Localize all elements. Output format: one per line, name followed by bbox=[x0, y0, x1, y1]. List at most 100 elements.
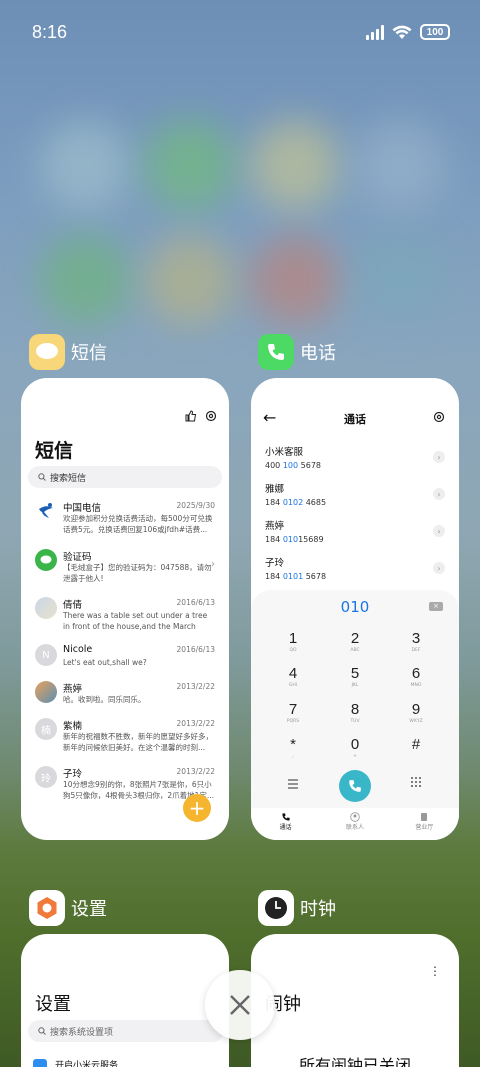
dial-key-0[interactable]: 0 + bbox=[325, 736, 385, 770]
app-label-messages[interactable]: 短信 bbox=[29, 334, 107, 370]
clear-all-button[interactable] bbox=[205, 970, 275, 1040]
contact-name: 雅娜 bbox=[265, 484, 285, 495]
search-input[interactable]: 搜索短信 bbox=[28, 466, 222, 488]
message-preview: 哈。收到啦。同乐同乐。 bbox=[63, 695, 146, 704]
app-card-messages[interactable]: 短信 搜索短信 中国电信 2025/9/30 欢迎参加积分兑换话费活动，每500… bbox=[21, 378, 229, 840]
dial-key-hash[interactable]: # bbox=[386, 736, 446, 770]
contact-name: 燕婷 bbox=[265, 521, 285, 532]
dialed-number: 010 bbox=[340, 598, 370, 616]
contact-number: 184 01015689 bbox=[265, 535, 324, 544]
gear-icon[interactable] bbox=[205, 410, 217, 422]
sender-name: 燕婷 bbox=[63, 684, 83, 695]
page-title: 通话 bbox=[344, 413, 366, 426]
message-icon bbox=[29, 334, 65, 370]
dial-pad: 010 × 1 QO 2 ABC 3 DEF 4 GHI 5 JKL 6 MNO 7 PQRS… bbox=[251, 590, 459, 840]
dial-key-5[interactable]: 5 JKL bbox=[325, 665, 385, 699]
sender-name: Nicole bbox=[63, 644, 93, 655]
app-card-phone[interactable]: ← 通话 小米客服 400 100 5678 › 雅娜 184 0102 468… bbox=[251, 378, 459, 840]
message-date: 2013/2/22 bbox=[176, 767, 215, 776]
chevron-right-icon[interactable]: › bbox=[433, 525, 445, 537]
phone-icon bbox=[282, 813, 290, 821]
app-name: 电话 bbox=[300, 343, 336, 364]
avatar: 楠 bbox=[35, 718, 57, 740]
avatar bbox=[35, 681, 57, 703]
app-card-clock[interactable]: ⋮ 闹钟 所有闹钟已关闭 bbox=[251, 934, 459, 1067]
telecom-logo-icon bbox=[35, 500, 57, 522]
sender-name: 倩倩 bbox=[63, 600, 83, 611]
app-label-phone[interactable]: 电话 bbox=[258, 334, 336, 370]
dial-key-2[interactable]: 2 ABC bbox=[325, 630, 385, 664]
app-name: 短信 bbox=[71, 343, 107, 364]
contact-row[interactable]: 燕婷 184 01015689 › bbox=[265, 518, 445, 548]
contact-icon bbox=[350, 812, 360, 822]
alarm-status: 所有闹钟已关闭 bbox=[298, 1056, 411, 1067]
list-item[interactable]: N Nicole 2016/6/13 Let's eat out,shall w… bbox=[35, 644, 215, 674]
message-preview: 欢迎参加积分兑换话费活动，每500分可兑换话费5元。兑换话费回复106或jfdh… bbox=[63, 514, 213, 534]
contact-number: 400 100 5678 bbox=[265, 461, 321, 470]
tab-contacts[interactable]: 联系人 bbox=[320, 808, 389, 840]
contact-number: 184 0101 5678 bbox=[265, 572, 327, 581]
dial-key-7[interactable]: 7 PQRS bbox=[263, 701, 323, 735]
clock-icon bbox=[258, 890, 294, 926]
page-title: 短信 bbox=[35, 440, 74, 462]
phone-icon bbox=[349, 780, 361, 792]
wifi-icon bbox=[392, 25, 412, 39]
settings-icon bbox=[29, 890, 65, 926]
message-date: 2013/2/22 bbox=[176, 719, 215, 728]
thumb-icon[interactable] bbox=[185, 410, 197, 422]
search-placeholder: 搜索短信 bbox=[50, 473, 87, 484]
contact-row[interactable]: 小米客服 400 100 5678 › bbox=[265, 444, 445, 474]
chat-icon bbox=[35, 549, 57, 571]
signal-icon bbox=[366, 24, 384, 40]
dial-key-4[interactable]: 4 GHI bbox=[263, 665, 323, 699]
dial-key-1[interactable]: 1 QO bbox=[263, 630, 323, 664]
sender-name: 中国电信 bbox=[63, 503, 102, 514]
chevron-right-icon[interactable]: › bbox=[433, 451, 445, 463]
contact-name: 小米客服 bbox=[265, 447, 304, 458]
new-message-button[interactable]: + bbox=[183, 794, 211, 822]
chevron-right-icon[interactable]: › bbox=[433, 562, 445, 574]
tab-business-hall[interactable]: 营业厅 bbox=[390, 808, 459, 840]
keypad-grid-icon[interactable] bbox=[410, 773, 422, 792]
backspace-icon[interactable]: × bbox=[429, 602, 443, 611]
search-placeholder: 搜索系统设置项 bbox=[50, 1027, 114, 1038]
contact-row[interactable]: 雅娜 184 0102 4685 › bbox=[265, 481, 445, 511]
dial-key-6[interactable]: 6 MNO bbox=[386, 665, 446, 699]
dial-key-3[interactable]: 3 DEF bbox=[386, 630, 446, 664]
cloud-icon bbox=[33, 1058, 47, 1067]
list-item[interactable]: 验证码 › 【毛绒盒子】您的验证码为：047588，请勿泄露于他人! bbox=[35, 549, 215, 587]
search-input[interactable]: 搜索系统设置项 bbox=[28, 1020, 224, 1042]
message-preview: Let's eat out,shall we? bbox=[63, 658, 147, 667]
message-date: 2016/6/13 bbox=[176, 598, 215, 607]
message-date: 2013/2/22 bbox=[176, 682, 215, 691]
app-label-clock[interactable]: 时钟 bbox=[258, 890, 336, 926]
settings-item-cloud[interactable]: 开启小米云服务 bbox=[33, 1058, 118, 1067]
contact-row[interactable]: 子玲 184 0101 5678 › bbox=[265, 555, 445, 585]
contact-name: 子玲 bbox=[265, 558, 285, 569]
battery-icon: 100 bbox=[420, 24, 450, 40]
tab-calls[interactable]: 通话 bbox=[251, 808, 320, 840]
app-card-settings[interactable]: 设置 搜索系统设置项 开启小米云服务 bbox=[21, 934, 229, 1067]
chevron-right-icon[interactable]: › bbox=[433, 488, 445, 500]
bottom-tab-bar: 通话 联系人 营业厅 bbox=[251, 808, 459, 840]
call-button[interactable] bbox=[339, 770, 371, 802]
dial-key-9[interactable]: 9 WXYZ bbox=[386, 701, 446, 735]
dial-key-star[interactable]: *, bbox=[263, 736, 323, 770]
more-menu-icon[interactable]: ⋮ bbox=[429, 964, 441, 978]
app-label-settings[interactable]: 设置 bbox=[29, 890, 107, 926]
avatar: N bbox=[35, 644, 57, 666]
message-preview: There was a table set out under a tree i… bbox=[63, 611, 208, 631]
settings-item-label: 开启小米云服务 bbox=[55, 1061, 119, 1067]
gear-icon[interactable] bbox=[433, 411, 445, 423]
sender-name: 子玲 bbox=[63, 769, 83, 780]
list-item[interactable]: 倩倩 2016/6/13 There was a table set out u… bbox=[35, 597, 215, 635]
avatar: 玲 bbox=[35, 766, 57, 788]
page-title: 设置 bbox=[35, 994, 71, 1015]
menu-icon[interactable] bbox=[287, 774, 299, 793]
dial-key-8[interactable]: 8 TUV bbox=[325, 701, 385, 735]
avatar bbox=[35, 597, 57, 619]
list-item[interactable]: 燕婷 2013/2/22 哈。收到啦。同乐同乐。 bbox=[35, 681, 215, 711]
list-item[interactable]: 中国电信 2025/9/30 欢迎参加积分兑换话费活动，每500分可兑换话费5元… bbox=[35, 500, 215, 538]
message-preview: 【毛绒盒子】您的验证码为：047588，请勿泄露于他人! bbox=[63, 563, 212, 583]
list-item[interactable]: 楠 紫楠 2013/2/22 新年的祝福数不胜数，新年的愿望好多好多，新年的问候… bbox=[35, 718, 215, 756]
